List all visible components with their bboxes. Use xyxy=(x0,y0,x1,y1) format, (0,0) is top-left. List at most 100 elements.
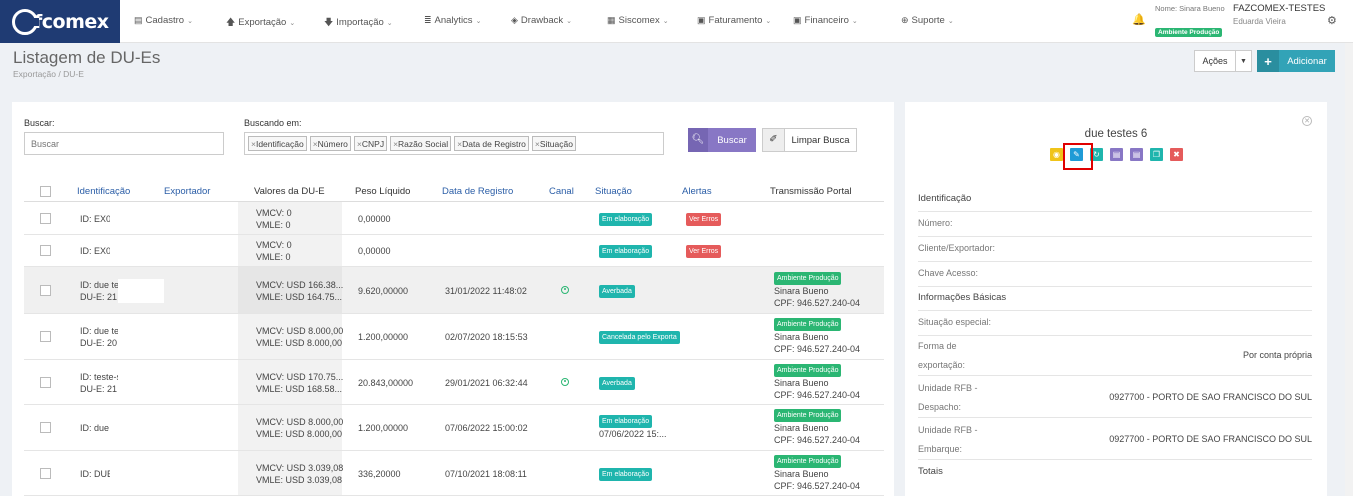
nav-item-label: Drawback xyxy=(520,15,564,26)
redacted-mask xyxy=(118,325,164,349)
pdf2-button[interactable]: ▤ xyxy=(1130,148,1143,161)
row-vmle: VMLE: 0 xyxy=(256,252,291,262)
search-button[interactable]: 🔍︎ Buscar xyxy=(688,128,756,152)
gear-icon[interactable]: ⚙ xyxy=(1327,14,1337,27)
logo-icon xyxy=(12,8,39,35)
table-row[interactable]: ID: DUE CANC...VMCV: USD 3.039,08VMLE: U… xyxy=(24,451,884,496)
select-all-checkbox[interactable] xyxy=(40,186,51,197)
status-badge: Averbada xyxy=(599,376,635,390)
row-vmle: VMLE: 0 xyxy=(256,219,291,230)
actions-button[interactable]: Ações xyxy=(1194,50,1236,72)
search-field-tag[interactable]: ×CNPJ xyxy=(353,136,388,151)
row-checkbox[interactable] xyxy=(40,376,51,388)
row-identificacao[interactable]: ID: EX0 xyxy=(80,214,111,225)
bell-icon[interactable]: 🔔 xyxy=(1132,13,1146,26)
tag-label: Situação xyxy=(539,139,573,149)
row-checkbox[interactable] xyxy=(40,212,51,224)
status-badge: Em elaboração xyxy=(599,212,653,226)
row-data-registro: 31/01/2022 11:48:02 xyxy=(445,285,527,296)
transmitter-name: Sinara Bueno xyxy=(774,423,829,433)
environment-badge: Ambiente Produção xyxy=(1155,28,1223,37)
arrow-down-icon: 🡇 xyxy=(324,17,334,27)
row-checkbox[interactable] xyxy=(40,245,51,256)
logo[interactable]: fcomex xyxy=(0,0,120,43)
search-field-tag[interactable]: ×Razão Social xyxy=(390,136,452,151)
transmitter-name: Sinara Bueno xyxy=(774,285,829,296)
view-errors-button[interactable]: Ver Erros xyxy=(686,212,722,226)
tag-label: Número xyxy=(317,139,348,149)
pdf-button[interactable]: ▤ xyxy=(1110,148,1123,161)
section-totais: Totais xyxy=(918,460,1312,484)
add-button[interactable]: + Adicionar xyxy=(1257,50,1335,72)
table-row[interactable]: ID: due testes 5 DU-E: 20 VMCV: USD 8.000,… xyxy=(24,314,884,360)
nav-item-0[interactable]: ▤ Cadastro ⌄ xyxy=(134,15,193,26)
company-name[interactable]: FAZCOMEX-TESTES xyxy=(1233,3,1325,14)
nav-item-2[interactable]: 🡇 Importação ⌄ xyxy=(324,15,393,31)
row-identificacao[interactable]: ID: EX0 xyxy=(80,246,111,257)
view-button[interactable]: ◉ xyxy=(1050,148,1063,161)
search-field-tag[interactable]: ×Identificação xyxy=(248,136,307,151)
table-row[interactable]: ID: teste-sinara DU-E: 21 VMCV: USD 170.75… xyxy=(24,360,884,405)
row-vmcv: VMCV: USD 8.000,00 xyxy=(256,417,344,427)
col-situacao[interactable]: Situação xyxy=(595,186,632,197)
search-icon: 🔍︎ xyxy=(688,128,708,152)
col-identificacao[interactable]: Identificação xyxy=(77,186,130,197)
col-data-registro[interactable]: Data de Registro xyxy=(442,186,513,197)
page-scrollbar[interactable] xyxy=(1345,43,1353,496)
search-input[interactable] xyxy=(24,132,224,155)
search-field-tag[interactable]: ×Situação xyxy=(531,136,576,151)
col-canal[interactable]: Canal xyxy=(549,186,574,197)
redacted-mask xyxy=(110,422,156,434)
clear-search-button[interactable]: ✐ Limpar Busca xyxy=(762,128,857,152)
field-label: Situação especial: xyxy=(918,317,992,327)
search-field-tag[interactable]: ×Data de Registro xyxy=(454,136,529,151)
money-icon: ▣ xyxy=(697,15,706,25)
nav-item-1[interactable]: 🡅 Exportação ⌄ xyxy=(226,15,295,31)
view-errors-button[interactable]: Ver Erros xyxy=(686,245,722,258)
chevron-down-icon: ⌄ xyxy=(662,18,669,25)
transmitter-name: Sinara Bueno xyxy=(774,468,829,479)
field-label: exportação: xyxy=(918,360,966,370)
nav-item-label: Cadastro xyxy=(145,15,185,26)
nav-item-6[interactable]: ▣ Faturamento ⌄ xyxy=(697,15,771,26)
highlight-box xyxy=(1063,143,1093,170)
copy-button[interactable]: ❐ xyxy=(1150,148,1163,161)
delete-button[interactable]: ✖ xyxy=(1170,148,1183,161)
nav-item-3[interactable]: ≣ Analytics ⌄ xyxy=(424,15,481,26)
nav-item-4[interactable]: ◈ Drawback ⌄ xyxy=(511,15,572,26)
table-row[interactable]: ID: EX0 VMCV: 0 VMLE: 0 0,00000 Em elaboraçã… xyxy=(24,202,884,235)
list-panel: Buscar: Buscando em: ×Identificação×Núme… xyxy=(12,102,894,496)
row-checkbox[interactable] xyxy=(40,467,51,479)
actions-caret-button[interactable]: ▼ xyxy=(1236,50,1252,72)
environment-badge: Ambiente Produção xyxy=(774,271,842,285)
row-checkbox[interactable] xyxy=(40,422,51,433)
row-vmle: VMLE: USD 3.039,08 xyxy=(256,474,343,485)
table-row[interactable]: ID: due testes 6 DU-E: 21 VMCV: USD 166.38… xyxy=(24,267,884,314)
detail-title: due testes 6 xyxy=(1084,128,1148,140)
nav-item-label: Siscomex xyxy=(618,15,660,26)
col-exportador[interactable]: Exportador xyxy=(164,186,210,197)
grid-icon: ▦ xyxy=(607,15,616,25)
close-icon[interactable]: ✕ xyxy=(1302,116,1312,126)
field-label: Número: xyxy=(918,218,953,228)
row-checkbox[interactable] xyxy=(40,284,51,296)
row-vmcv: VMCV: USD 8.000,00 xyxy=(256,326,344,336)
table-icon: ▤ xyxy=(134,15,143,25)
search-fields-select[interactable]: ×Identificação ×Número ×CNPJ ×Razão Social ×… xyxy=(244,132,664,155)
search-field-tag[interactable]: ×Número xyxy=(309,136,351,151)
nav-item-5[interactable]: ▦ Siscomex ⌄ xyxy=(607,15,669,26)
trash-icon: ✖ xyxy=(1173,150,1180,159)
table-row[interactable]: ID: due testes ...VMCV: USD 8.000,00VMLE… xyxy=(24,405,884,451)
row-checkbox[interactable] xyxy=(40,331,51,342)
table-row[interactable]: ID: EX0 VMCV: 0 VMLE: 0 0,00000 Em elaboraçã… xyxy=(24,235,884,267)
nav-item-7[interactable]: ▣ Financeiro ⌄ xyxy=(793,15,858,26)
section-identificacao: Identificação xyxy=(918,188,1312,212)
row-due-number: DU-E: 21 xyxy=(80,291,118,302)
row-peso: 20.843,00000 xyxy=(358,377,414,388)
breadcrumb[interactable]: Exportação / DU-E xyxy=(13,69,84,79)
field-unidade-despacho: Unidade RFB - Despacho: 0927700 - PORTO … xyxy=(918,376,1312,418)
col-alertas[interactable]: Alertas xyxy=(682,186,712,197)
section-title-info-basicas: Informações Básicas xyxy=(918,292,1007,303)
field-label: Unidade RFB - xyxy=(918,383,978,393)
nav-item-8[interactable]: ⊕ Suporte ⌄ xyxy=(901,15,954,26)
